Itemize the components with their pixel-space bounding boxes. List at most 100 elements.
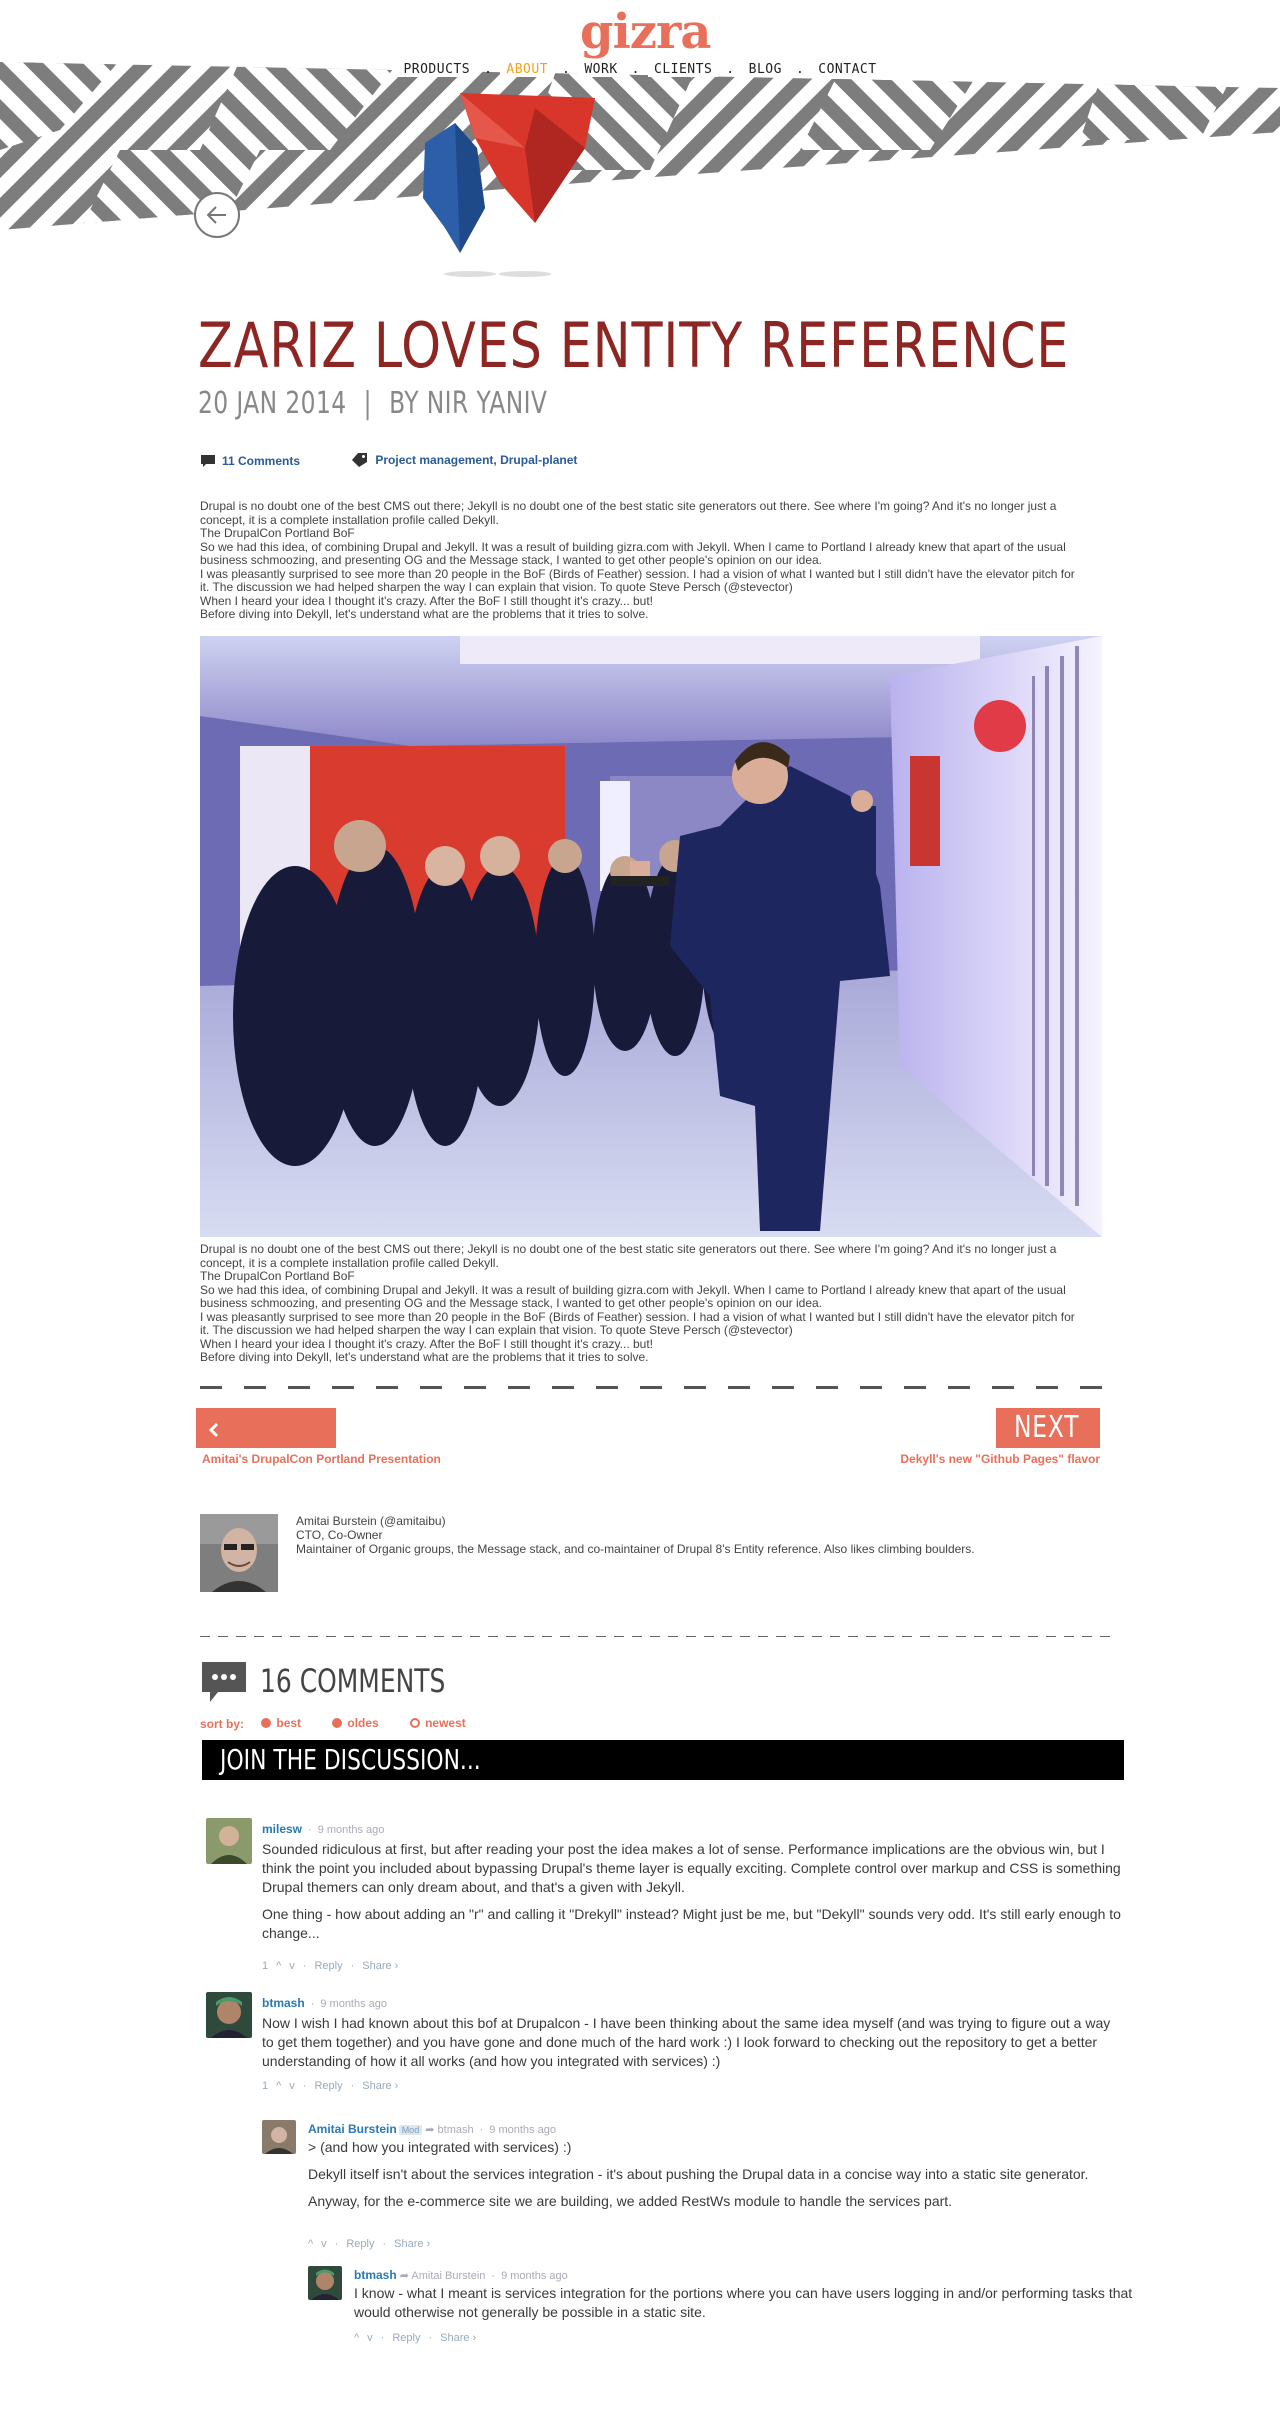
back-arrow-button[interactable] — [194, 192, 240, 238]
tags-link[interactable]: Project management, Drupal-planet — [351, 452, 577, 468]
article-paragraph: When I heard your idea I thought it's cr… — [200, 593, 654, 608]
comment-time[interactable]: 9 months ago — [320, 1998, 387, 2010]
comment-actions: ^ v · Reply · Share › — [308, 2238, 431, 2250]
reply-arrow-icon: ➦ — [399, 2270, 409, 2282]
reply-link[interactable]: Reply — [392, 2332, 420, 2344]
comment-body: Now I wish I had known about this bof at… — [262, 2014, 1124, 2079]
speech-bubble-icon — [202, 1662, 246, 1702]
sort-best[interactable]: best — [261, 1716, 301, 1730]
next-post-button[interactable]: NEXT — [996, 1408, 1100, 1478]
share-link[interactable]: Share › — [362, 2080, 398, 2092]
section-divider — [200, 1386, 1102, 1389]
article-body-intro: Drupal is no doubt one of the best CMS o… — [200, 499, 1080, 622]
commenter-avatar[interactable] — [308, 2266, 342, 2300]
nav-separator: . — [631, 62, 640, 77]
vote-count: 1 — [262, 1960, 269, 1972]
comment-reply-item: Amitai Burstein Mod ➦ btmash · 9 months ago… — [262, 2120, 1128, 2260]
next-post-link[interactable]: Dekyll's new "Github Pages" flavor — [900, 1452, 1100, 1466]
author-name: Amitai Burstein (@amitaibu) — [296, 1514, 446, 1528]
radio-filled-icon — [261, 1718, 272, 1728]
commenter-name[interactable]: Amitai Burstein — [308, 2122, 397, 2136]
chevron-left-icon — [208, 1422, 219, 1438]
nav-item-work[interactable]: WORK — [578, 62, 624, 77]
article-date: 20 JAN 2014 — [198, 386, 347, 421]
comment-time[interactable]: 9 months ago — [318, 1824, 385, 1836]
share-link[interactable]: Share › — [362, 1960, 398, 1972]
author-info: Amitai Burstein (@amitaibu) CTO, Co-Owne… — [296, 1514, 1076, 1556]
sort-options: sort by: best oldes newest — [200, 1716, 466, 1731]
commenter-avatar[interactable] — [262, 2120, 296, 2154]
upvote-icon[interactable]: ^ — [276, 1960, 281, 1972]
reply-to-name[interactable]: Amitai Burstein — [411, 2270, 485, 2282]
sort-oldest[interactable]: oldes — [332, 1716, 379, 1730]
comment-item: milesw · 9 months ago Sounded ridiculous a… — [206, 1818, 1126, 1978]
downvote-icon[interactable]: v — [367, 2332, 373, 2344]
sort-newest-label: newest — [425, 1716, 466, 1730]
comment-actions: 1 ^ v · Reply · Share › — [262, 2080, 399, 2092]
comment-header: Amitai Burstein Mod ➦ btmash · 9 months ago — [308, 2122, 556, 2136]
comment-time[interactable]: 9 months ago — [489, 2124, 556, 2136]
article-paragraph: I was pleasantly surprised to see more t… — [200, 566, 1075, 594]
join-discussion-bar[interactable]: JOIN THE DISCUSSION... — [202, 1740, 1124, 1780]
comment-item: btmash · 9 months ago Now I wish I had kno… — [206, 1992, 1126, 2102]
sort-newest[interactable]: newest — [410, 1716, 466, 1730]
join-discussion-label: JOIN THE DISCUSSION... — [220, 1743, 481, 1776]
comment-paragraph: > (and how you integrated with services)… — [308, 2139, 572, 2155]
commenter-name[interactable]: btmash — [262, 1996, 305, 2010]
article-title: ZARIZ LOVES ENTITY REFERENCE — [198, 309, 1070, 382]
comment-paragraph: Sounded ridiculous at first, but after r… — [262, 1841, 1121, 1895]
reply-to-name[interactable]: btmash — [438, 2124, 474, 2136]
comment-paragraph: Now I wish I had known about this bof at… — [262, 2015, 1111, 2069]
share-link[interactable]: Share › — [394, 2238, 430, 2250]
site-header: gizra PRODUCTS. ABOUT. WORK. CLIENTS. BLOG. C… — [0, 0, 1280, 300]
nav-item-about[interactable]: ABOUT — [500, 62, 555, 77]
tags-link-label: Project management, Drupal-planet — [375, 453, 578, 467]
comments-count: 16 COMMENTS — [260, 1662, 446, 1700]
article-paragraph: Drupal is no doubt one of the best CMS o… — [200, 499, 1057, 527]
comment-time[interactable]: 9 months ago — [501, 2270, 568, 2282]
upvote-icon[interactable]: ^ — [354, 2332, 359, 2344]
reply-link[interactable]: Reply — [314, 1960, 342, 1972]
main-nav: PRODUCTS. ABOUT. WORK. CLIENTS. BLOG. CONTACT — [0, 62, 1280, 77]
moderator-badge: Mod — [398, 2125, 423, 2135]
reply-link[interactable]: Reply — [346, 2238, 374, 2250]
author-bio: Maintainer of Organic groups, the Messag… — [296, 1542, 975, 1556]
article-paragraph: Drupal is no doubt one of the best CMS o… — [200, 1242, 1057, 1270]
comments-link[interactable]: 11 Comments — [200, 454, 300, 468]
nav-item-clients[interactable]: CLIENTS — [648, 62, 719, 77]
commenter-name[interactable]: btmash — [354, 2268, 397, 2282]
comment-body: > (and how you integrated with services)… — [308, 2138, 1124, 2219]
arrow-left-icon — [206, 206, 226, 224]
commenter-name[interactable]: milesw — [262, 1822, 302, 1836]
upvote-icon[interactable]: ^ — [308, 2238, 313, 2250]
nav-item-blog[interactable]: BLOG — [742, 62, 788, 77]
sort-best-label: best — [276, 1716, 302, 1730]
article-meta: 20 JAN 2014 | BY NIR YANIV — [198, 386, 547, 421]
reply-arrow-icon: ➦ — [425, 2124, 435, 2136]
comment-header: milesw · 9 months ago — [262, 1822, 385, 1836]
downvote-icon[interactable]: v — [289, 2080, 295, 2092]
downvote-icon[interactable]: v — [289, 1960, 295, 1972]
article-paragraph: I was pleasantly surprised to see more t… — [200, 1309, 1075, 1337]
radio-filled-icon — [332, 1718, 343, 1728]
commenter-avatar[interactable] — [206, 1992, 252, 2038]
nav-separator: . — [562, 62, 571, 77]
article-paragraph: When I heard your idea I thought it's cr… — [200, 1336, 654, 1351]
reply-link[interactable]: Reply — [314, 2080, 342, 2092]
comment-reply-item: btmash ➦ Amitai Burstein · 9 months ago I … — [308, 2266, 1132, 2366]
site-logo[interactable]: gizra — [580, 4, 711, 60]
nav-item-contact[interactable]: CONTACT — [812, 62, 883, 77]
previous-post-button[interactable]: PREVIOUS — [196, 1408, 336, 1485]
downvote-icon[interactable]: v — [321, 2238, 327, 2250]
comment-header: btmash · 9 months ago — [262, 1996, 388, 2010]
article-paragraph: The DrupalCon Portland BoF — [200, 1269, 355, 1283]
share-link[interactable]: Share › — [440, 2332, 476, 2344]
previous-post-link[interactable]: Amitai's DrupalCon Portland Presentation — [202, 1452, 441, 1466]
author-role: CTO, Co-Owner — [296, 1528, 383, 1542]
nav-item-products[interactable]: PRODUCTS — [397, 62, 477, 77]
next-label: NEXT — [1014, 1410, 1080, 1445]
upvote-icon[interactable]: ^ — [276, 2080, 281, 2092]
comment-actions: 1 ^ v · Reply · Share › — [262, 1960, 399, 1972]
commenter-avatar[interactable] — [206, 1818, 252, 1864]
article-photo — [200, 636, 1102, 1237]
